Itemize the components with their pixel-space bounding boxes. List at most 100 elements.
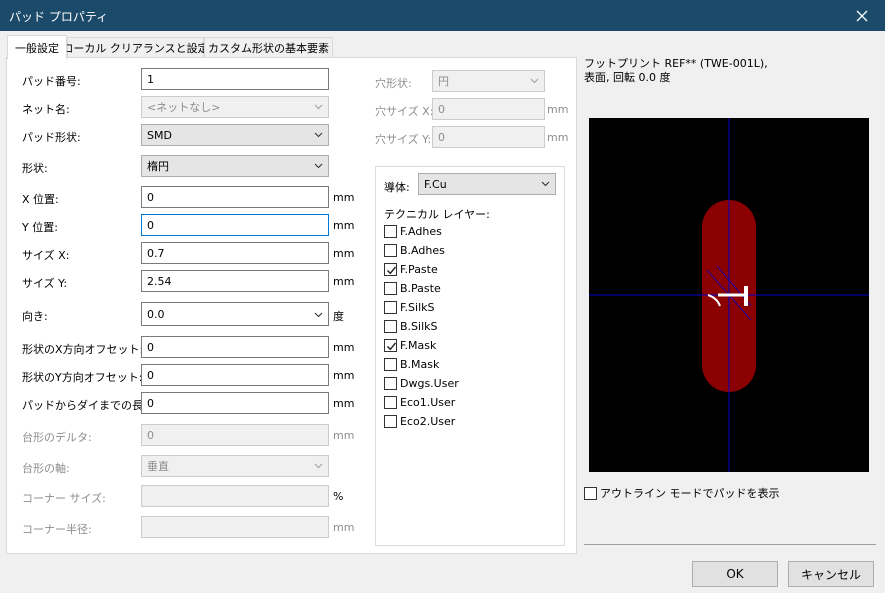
pos-y-input[interactable]: 0	[141, 214, 329, 236]
shape-select[interactable]: 楕円	[141, 155, 329, 177]
checkbox-icon	[384, 339, 397, 352]
drill-shape-label: 穴形状:	[375, 77, 412, 90]
net-name-value: <ネットなし>	[147, 101, 221, 114]
layer-checkbox-f-paste[interactable]: F.Paste	[384, 263, 438, 276]
outline-mode-checkbox[interactable]: アウトライン モードでパッドを表示	[584, 485, 780, 501]
window-title: パッド プロパティ	[9, 10, 109, 24]
die-length-label: パッドからダイまでの長さ:	[22, 399, 158, 412]
layer-checkbox-eco2-user[interactable]: Eco2.User	[384, 415, 455, 428]
drill-shape-select[interactable]: 円	[432, 70, 545, 92]
tab-local-clearance[interactable]: ローカル クリアランスと設定	[62, 37, 209, 58]
layer-checkbox-b-silks[interactable]: B.SilkS	[384, 320, 438, 333]
drill-size-y-input[interactable]: 0	[432, 126, 545, 148]
die-length-unit: mm	[333, 397, 355, 410]
layer-checkbox-b-mask[interactable]: B.Mask	[384, 358, 439, 371]
separator	[584, 544, 876, 545]
layer-name: Eco1.User	[400, 396, 456, 409]
checkbox-icon	[384, 358, 397, 371]
offset-x-input[interactable]: 0	[141, 336, 329, 358]
shape-value: 楕円	[147, 160, 169, 173]
orientation-combo[interactable]: 0.0	[141, 302, 329, 326]
outline-mode-label: アウトライン モードでパッドを表示	[600, 487, 780, 500]
chevron-down-icon	[314, 463, 323, 469]
tab-general[interactable]: 一般設定	[7, 35, 67, 59]
chevron-down-icon	[314, 163, 323, 169]
net-name-select[interactable]: <ネットなし>	[141, 96, 329, 118]
footprint-info-line2: 表面, 回転 0.0 度	[584, 71, 671, 84]
pad-preview-drawing	[589, 118, 869, 472]
pos-y-label: Y 位置:	[22, 221, 58, 234]
drill-shape-value: 円	[438, 75, 449, 88]
orientation-value: 0.0	[147, 307, 165, 321]
layer-name: Dwgs.User	[400, 377, 459, 390]
title-bar: パッド プロパティ	[0, 0, 885, 31]
size-y-label: サイズ Y:	[22, 277, 68, 290]
pad-type-select[interactable]: SMD	[141, 124, 329, 146]
checkbox-icon	[384, 282, 397, 295]
layer-checkbox-b-paste[interactable]: B.Paste	[384, 282, 441, 295]
corner-radius-label: コーナー半径:	[22, 523, 92, 536]
technical-layers-label: テクニカル レイヤー:	[384, 208, 490, 221]
pad-number-input[interactable]: 1	[141, 68, 329, 90]
drill-size-y-label: 穴サイズ Y:	[375, 133, 432, 146]
drill-size-x-unit: mm	[547, 103, 569, 116]
layer-name: Eco2.User	[400, 415, 456, 428]
copper-layer-value: F.Cu	[424, 177, 447, 191]
corner-size-input[interactable]	[141, 485, 329, 507]
check-icon	[387, 342, 397, 351]
close-button[interactable]	[839, 0, 885, 31]
offset-y-label: 形状のY方向オフセット:	[22, 371, 143, 384]
cancel-button[interactable]: キャンセル	[788, 561, 874, 587]
pos-y-unit: mm	[333, 219, 355, 232]
pos-x-input[interactable]: 0	[141, 186, 329, 208]
layer-name: F.SilkS	[400, 301, 435, 314]
die-length-input[interactable]: 0	[141, 392, 329, 414]
checkbox-icon	[384, 377, 397, 390]
checkbox-icon	[384, 244, 397, 257]
layer-checkbox-b-adhes[interactable]: B.Adhes	[384, 244, 445, 257]
layer-checkbox-f-silks[interactable]: F.SilkS	[384, 301, 435, 314]
checkbox-icon	[584, 486, 597, 500]
orientation-label: 向き:	[22, 310, 48, 323]
layer-checkbox-f-mask[interactable]: F.Mask	[384, 339, 436, 352]
layer-name: F.Mask	[400, 339, 437, 352]
copper-layer-select[interactable]: F.Cu	[418, 173, 556, 195]
trap-axis-value: 垂直	[147, 460, 169, 473]
orientation-unit: 度	[333, 310, 344, 323]
checkbox-icon	[384, 415, 397, 428]
copper-layer-label: 導体:	[384, 181, 410, 194]
close-icon	[856, 10, 868, 21]
layer-checkbox-eco1-user[interactable]: Eco1.User	[384, 396, 455, 409]
drill-size-x-input[interactable]: 0	[432, 98, 545, 120]
chevron-down-icon	[314, 104, 323, 110]
net-name-label: ネット名:	[22, 103, 70, 116]
checkbox-icon	[384, 320, 397, 333]
ok-button[interactable]: OK	[692, 561, 778, 587]
checkbox-icon	[384, 263, 397, 276]
size-x-input[interactable]: 0.7	[141, 242, 329, 264]
pad-preview-canvas	[589, 118, 869, 472]
corner-radius-input[interactable]	[141, 516, 329, 538]
layer-checkbox-dwgs-user[interactable]: Dwgs.User	[384, 377, 459, 390]
corner-size-label: コーナー サイズ:	[22, 492, 106, 505]
layer-name: B.SilkS	[400, 320, 438, 333]
layer-name: B.Mask	[400, 358, 440, 371]
size-y-unit: mm	[333, 275, 355, 288]
trap-delta-input[interactable]: 0	[141, 424, 329, 446]
checkbox-icon	[384, 396, 397, 409]
layer-name: B.Adhes	[400, 244, 445, 257]
offset-x-label: 形状のX方向オフセット:	[22, 343, 144, 356]
layer-checkbox-f-adhes[interactable]: F.Adhes	[384, 225, 442, 238]
drill-size-y-unit: mm	[547, 131, 569, 144]
size-y-input[interactable]: 2.54	[141, 270, 329, 292]
tab-custom-shape[interactable]: カスタム形状の基本要素	[204, 37, 333, 58]
pad-type-value: SMD	[147, 128, 172, 142]
trap-axis-select[interactable]: 垂直	[141, 455, 329, 477]
trap-delta-label: 台形のデルタ:	[22, 431, 92, 444]
chevron-down-icon	[541, 181, 550, 187]
checkbox-icon	[384, 225, 397, 238]
offset-x-unit: mm	[333, 341, 355, 354]
offset-y-input[interactable]: 0	[141, 364, 329, 386]
pad-number-label: パッド番号:	[22, 75, 81, 88]
size-x-unit: mm	[333, 247, 355, 260]
